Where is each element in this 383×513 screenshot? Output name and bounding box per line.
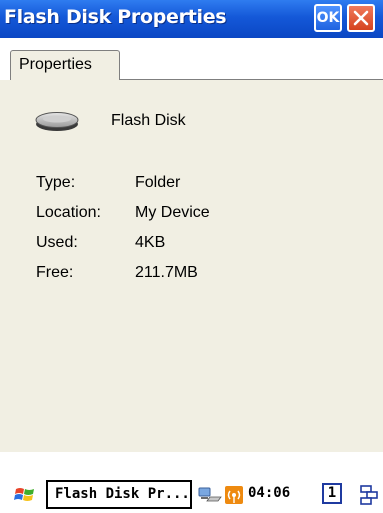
tab-properties[interactable]: Properties: [10, 50, 120, 80]
drive-icon: [35, 112, 79, 131]
screen: Flash Disk Properties OK Properties Flas…: [0, 0, 383, 513]
location-label: Location:: [36, 204, 101, 221]
close-icon: [353, 10, 369, 26]
used-label: Used:: [36, 234, 78, 251]
type-label: Type:: [36, 174, 76, 191]
network-icon[interactable]: [198, 485, 222, 505]
desktop-indicator[interactable]: 1: [322, 483, 342, 504]
type-value: Folder: [135, 174, 181, 191]
window-title: Flash Disk Properties: [4, 6, 227, 28]
properties-panel: Flash Disk Type: Folder Location: My Dev…: [0, 80, 383, 452]
free-label: Free:: [36, 264, 74, 281]
free-value: 211.7MB: [135, 264, 198, 281]
ok-button[interactable]: OK: [314, 4, 342, 32]
title-bar: Flash Disk Properties OK: [0, 0, 383, 38]
clock[interactable]: 04:06: [248, 485, 290, 501]
taskbar: Flash Disk Pr... 04:06 1: [0, 476, 383, 513]
windows-start-icon[interactable]: [14, 485, 36, 505]
disk-name: Flash Disk: [111, 112, 186, 129]
input-panel-icon[interactable]: [359, 484, 381, 506]
task-button-flash-disk[interactable]: Flash Disk Pr...: [46, 480, 192, 509]
used-value: 4KB: [135, 234, 166, 251]
tab-strip: Properties: [0, 38, 383, 80]
location-value: My Device: [135, 204, 210, 221]
wifi-icon[interactable]: [225, 486, 243, 504]
close-button[interactable]: [347, 4, 375, 32]
